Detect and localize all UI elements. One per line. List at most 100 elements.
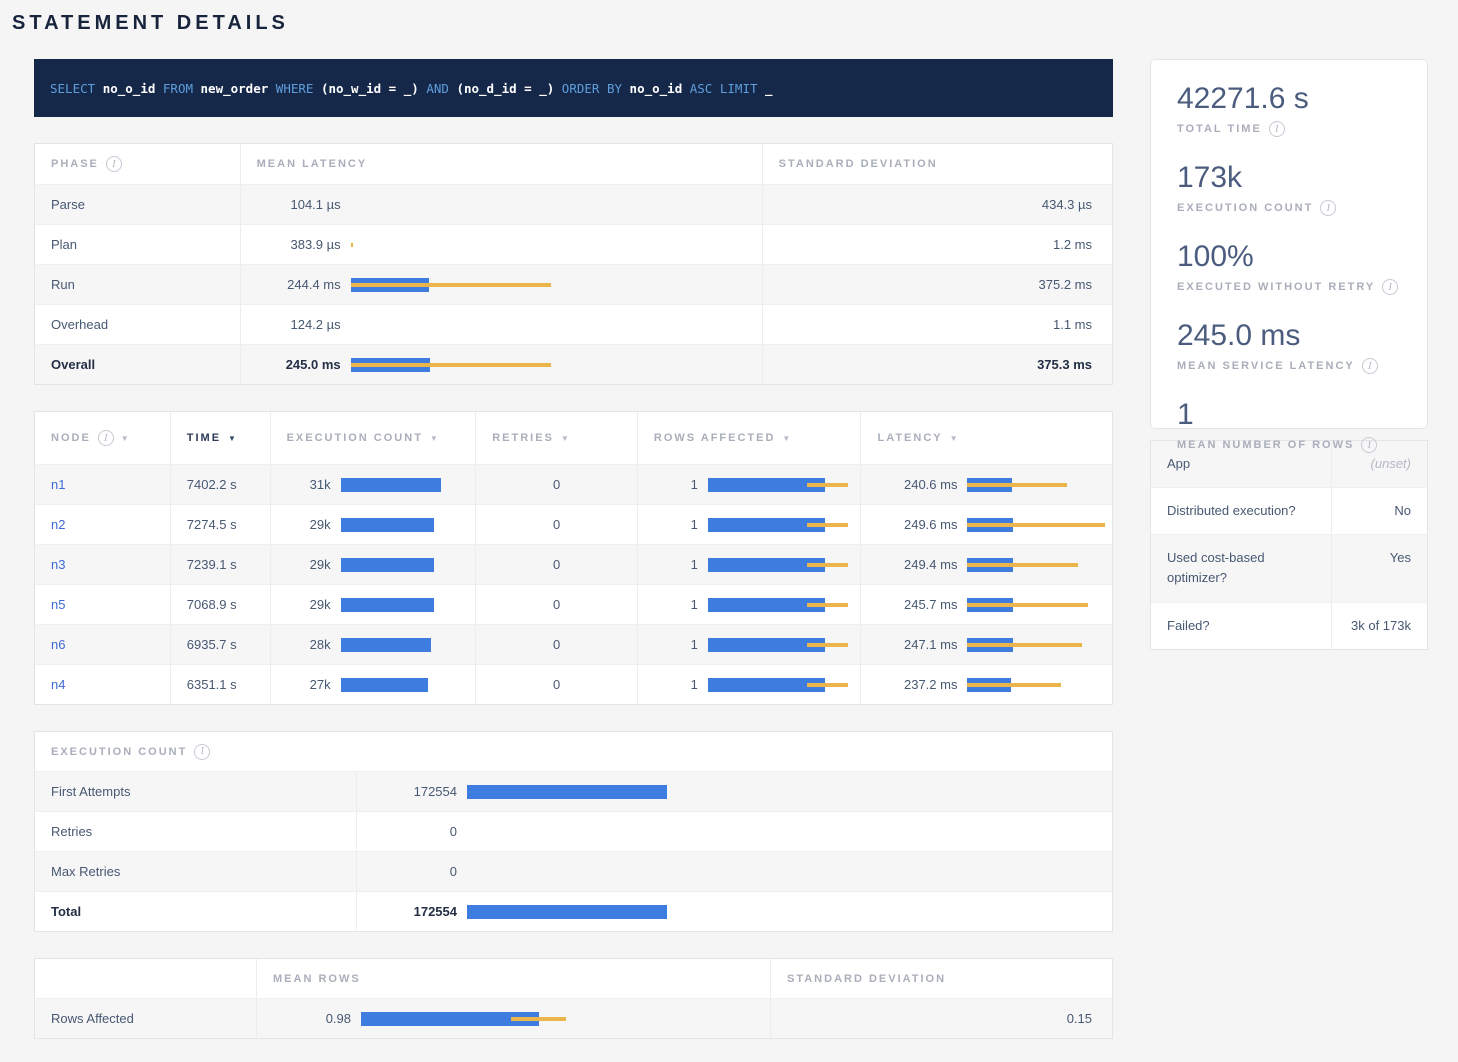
sort-arrow-icon: ▼ bbox=[561, 434, 569, 443]
mean-latency-cell: 244.4 ms bbox=[241, 265, 763, 304]
info-icon[interactable]: i bbox=[1382, 279, 1398, 295]
node-link[interactable]: n2 bbox=[51, 517, 65, 532]
latency-cell: 237.2 ms bbox=[861, 665, 1112, 704]
stddev-value: 1.2 ms bbox=[763, 225, 1112, 264]
rows-affected-cell: 1 bbox=[638, 545, 862, 584]
execution-count-cell: 29k bbox=[271, 505, 477, 544]
rows-affected-bar bbox=[708, 478, 848, 492]
execution-count-value: 29k bbox=[287, 557, 331, 572]
node-link[interactable]: n5 bbox=[51, 597, 65, 612]
execution-count-value: 29k bbox=[287, 597, 331, 612]
execution-row-bar bbox=[467, 905, 667, 919]
latency-value: 237.2 ms bbox=[877, 677, 957, 692]
info-row-label: Used cost-based optimizer? bbox=[1151, 535, 1331, 601]
stat-item: 42271.6 s TOTAL TIMEi bbox=[1177, 82, 1401, 137]
sql-token: no_o_id bbox=[103, 81, 156, 96]
sort-arrow-icon: ▼ bbox=[430, 434, 438, 443]
rows-affected-label: Rows Affected bbox=[35, 999, 257, 1038]
stat-value: 100% bbox=[1177, 240, 1401, 274]
latency-cell: 247.1 ms bbox=[861, 625, 1112, 664]
latency-bar bbox=[967, 598, 1107, 612]
retries-value: 0 bbox=[476, 505, 638, 544]
rows-affected-table-header: MEAN ROWS STANDARD DEVIATION bbox=[35, 959, 1112, 998]
latency-value: 240.6 ms bbox=[877, 477, 957, 492]
execution-row-bar bbox=[467, 785, 667, 799]
side-column: 42271.6 s TOTAL TIMEi 173k EXECUTION COU… bbox=[1150, 59, 1428, 650]
retries-value: 0 bbox=[476, 625, 638, 664]
mean-latency-bar bbox=[351, 318, 551, 332]
rows-affected-row: Rows Affected 0.98 0.15 bbox=[35, 998, 1112, 1038]
execution-count-column-header[interactable]: EXECUTION COUNT▼ bbox=[271, 412, 477, 464]
execution-count-cell: 31k bbox=[271, 465, 477, 504]
node-link[interactable]: n1 bbox=[51, 477, 65, 492]
mean-rows-value: 0.98 bbox=[273, 1011, 351, 1026]
retries-value: 0 bbox=[476, 465, 638, 504]
rows-affected-table: MEAN ROWS STANDARD DEVIATION Rows Affect… bbox=[34, 958, 1113, 1039]
stat-item: 245.0 ms MEAN SERVICE LATENCYi bbox=[1177, 319, 1401, 374]
time-column-header[interactable]: TIME▼ bbox=[171, 412, 271, 464]
info-row: Failed? 3k of 173k bbox=[1151, 602, 1427, 649]
rows-affected-bar bbox=[708, 518, 848, 532]
phase-label: Plan bbox=[35, 225, 241, 264]
info-icon[interactable]: i bbox=[194, 744, 210, 760]
node-column-header[interactable]: NODEi▼ bbox=[35, 412, 171, 464]
execution-row-value: 172554 bbox=[373, 784, 457, 799]
sql-statement: SELECT no_o_id FROM new_order WHERE (no_… bbox=[50, 81, 773, 96]
sort-arrow-icon: ▼ bbox=[782, 434, 790, 443]
rows-affected-cell: 1 bbox=[638, 585, 862, 624]
rows-affected-value: 1 bbox=[654, 557, 698, 572]
info-icon[interactable]: i bbox=[106, 156, 122, 172]
execution-count-bar bbox=[341, 638, 441, 652]
execution-count-cell: 29k bbox=[271, 585, 477, 624]
phase-label: Run bbox=[35, 265, 241, 304]
info-icon[interactable]: i bbox=[1320, 200, 1336, 216]
stddev-value: 375.3 ms bbox=[763, 345, 1112, 384]
mean-latency-value: 245.0 ms bbox=[257, 357, 341, 372]
stat-item: 173k EXECUTION COUNTi bbox=[1177, 161, 1401, 216]
stat-label: MEAN SERVICE LATENCYi bbox=[1177, 358, 1401, 374]
node-link[interactable]: n3 bbox=[51, 557, 65, 572]
rows-affected-column-header[interactable]: ROWS AFFECTED▼ bbox=[638, 412, 862, 464]
main-column: SELECT no_o_id FROM new_order WHERE (no_… bbox=[34, 59, 1113, 1039]
info-row-value: No bbox=[1331, 488, 1427, 534]
execution-row: First Attempts 172554 bbox=[35, 771, 1112, 811]
rows-affected-cell: 1 bbox=[638, 465, 862, 504]
stat-value: 42271.6 s bbox=[1177, 82, 1401, 116]
mean-latency-cell: 124.2 µs bbox=[241, 305, 763, 344]
execution-row-label: Retries bbox=[35, 812, 357, 851]
latency-column-header[interactable]: LATENCY▼ bbox=[861, 412, 1112, 464]
rows-affected-cell: 1 bbox=[638, 625, 862, 664]
retries-value: 0 bbox=[476, 665, 638, 704]
sql-token: _ bbox=[765, 81, 773, 96]
execution-count-bar bbox=[341, 518, 441, 532]
sql-token: ORDER BY bbox=[554, 81, 629, 96]
execution-row-value: 0 bbox=[373, 864, 457, 879]
rows-affected-cell: 1 bbox=[638, 665, 862, 704]
node-row: n6 6935.7 s 28k 0 1 247.1 ms bbox=[35, 624, 1112, 664]
sql-token: no_o_id bbox=[630, 81, 683, 96]
phase-table: PHASEi MEAN LATENCY STANDARD DEVIATION P… bbox=[34, 143, 1113, 385]
node-row: n3 7239.1 s 29k 0 1 249.4 ms bbox=[35, 544, 1112, 584]
sort-arrow-icon: ▼ bbox=[950, 434, 958, 443]
rows-affected-value: 1 bbox=[654, 677, 698, 692]
execution-row-value: 0 bbox=[373, 824, 457, 839]
stat-label: EXECUTED WITHOUT RETRYi bbox=[1177, 279, 1401, 295]
node-link[interactable]: n4 bbox=[51, 677, 65, 692]
retries-column-header[interactable]: RETRIES▼ bbox=[476, 412, 638, 464]
mean-latency-value: 244.4 ms bbox=[257, 277, 341, 292]
execution-count-value: 31k bbox=[287, 477, 331, 492]
sql-statement-box: SELECT no_o_id FROM new_order WHERE (no_… bbox=[34, 59, 1113, 117]
sort-arrow-icon: ▼ bbox=[228, 434, 236, 443]
info-icon[interactable]: i bbox=[1269, 121, 1285, 137]
info-icon[interactable]: i bbox=[98, 430, 114, 446]
mean-rows-cell: 0.98 bbox=[257, 999, 771, 1038]
node-link[interactable]: n6 bbox=[51, 637, 65, 652]
execution-row: Total 172554 bbox=[35, 891, 1112, 931]
info-row: Distributed execution? No bbox=[1151, 487, 1427, 534]
stat-item: 100% EXECUTED WITHOUT RETRYi bbox=[1177, 240, 1401, 295]
latency-value: 245.7 ms bbox=[877, 597, 957, 612]
execution-count-value: 29k bbox=[287, 517, 331, 532]
info-icon[interactable]: i bbox=[1362, 358, 1378, 374]
time-value: 6351.1 s bbox=[171, 665, 271, 704]
node-row: n5 7068.9 s 29k 0 1 245.7 ms bbox=[35, 584, 1112, 624]
